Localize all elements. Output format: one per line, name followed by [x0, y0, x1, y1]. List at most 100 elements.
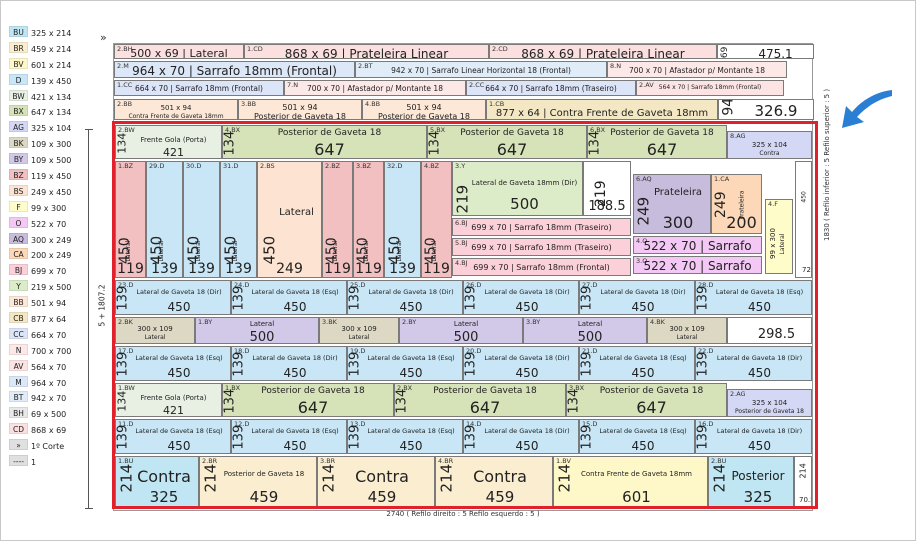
cut-piece[interactable]: 1.BZ 119 450 Lateral: [115, 161, 146, 278]
cut-piece[interactable]: 21.D Lateral de Gaveta 18 (Esq) 450 139: [579, 346, 695, 381]
cut-piece[interactable]: 2.CD 868 x 69 | Prateleira Linear: [489, 44, 717, 59]
cut-piece[interactable]: 1.BYLateral500109: [195, 317, 319, 344]
cut-piece[interactable]: 6.BJ 699 x 70 | Sarrafo 18mm (Traseiro): [452, 218, 631, 236]
legend-extra-row[interactable]: ---- 1: [9, 455, 89, 471]
cut-piece[interactable]: 2.BH 500 x 69 | Lateral: [114, 44, 244, 59]
cut-piece[interactable]: 16.D Lateral de Gaveta 18 (Dir) 450 139: [695, 419, 812, 454]
cut-piece[interactable]: 6.BX Posterior de Gaveta 18 647 134: [587, 125, 727, 159]
cut-piece[interactable]: 4.BB 501 x 94 Posterior de Gaveta 18: [362, 99, 486, 120]
cut-piece[interactable]: 3.BX Posterior de Gaveta 18 647 134: [566, 383, 727, 417]
legend-row[interactable]: AV 564 x 70: [9, 359, 89, 376]
cut-piece[interactable]: 28.D Lateral de Gaveta 18 (Esq) 450 139: [695, 280, 812, 315]
cut-piece[interactable]: 2.AV 564 x 70 | Sarrafo 18mm (Frontal): [636, 80, 784, 96]
cut-piece[interactable]: 32.D 139 450 Lateral: [384, 161, 421, 278]
cut-piece[interactable]: 25.D Lateral de Gaveta 18 (Dir) 450 139: [347, 280, 463, 315]
cut-piece[interactable]: 188.5 219: [583, 161, 631, 216]
legend-row[interactable]: D 139 x 450: [9, 73, 89, 90]
cut-piece[interactable]: 4.BR Contra 459 214: [435, 456, 553, 507]
cut-piece[interactable]: 2.BB 501 x 94 Contra Frente de Gaveta 18mm: [114, 99, 238, 120]
cut-piece[interactable]: 8.AG 325 x 104 Contra: [727, 131, 812, 159]
cut-piece[interactable]: 70.5 214: [794, 456, 812, 507]
cut-piece[interactable]: 23.D Lateral de Gaveta 18 (Dir) 450 139: [115, 280, 231, 315]
legend-row[interactable]: BY 109 x 500: [9, 153, 89, 169]
cut-piece[interactable]: 7.N 700 x 70 | Afastador p/ Montante 18: [284, 80, 466, 96]
legend-row[interactable]: F 99 x 300: [9, 200, 89, 217]
legend-row[interactable]: BU 325 x 214: [9, 26, 89, 42]
cut-piece[interactable]: 22.D Lateral de Gaveta 18 (Dir) 450 139: [695, 346, 812, 381]
cut-piece[interactable]: 8.N 700 x 70 | Afastador p/ Montante 18: [607, 61, 787, 78]
cut-piece[interactable]: 72.3 450: [795, 161, 812, 278]
cut-piece[interactable]: 27.D Lateral de Gaveta 18 (Dir) 450 139: [579, 280, 695, 315]
legend-row[interactable]: BB 501 x 94: [9, 296, 89, 312]
cut-piece[interactable]: 2.BZ 119 450 Lateral: [322, 161, 353, 278]
cut-piece[interactable]: 4.BX Posterior de Gaveta 18 647 134: [222, 125, 427, 159]
cut-piece[interactable]: 5.BJ 699 x 70 | Sarrafo 18mm (Traseiro): [452, 238, 631, 256]
cut-piece[interactable]: 6.AQ Prateleira 300 249: [633, 174, 711, 234]
cut-piece[interactable]: 4.O 522 x 70 | Sarrafo: [633, 236, 762, 254]
cut-piece[interactable]: 1.BW Frente Gola (Porta) 421 134: [115, 383, 222, 417]
legend-row[interactable]: BJ 699 x 70: [9, 264, 89, 280]
legend-row[interactable]: O 522 x 70: [9, 216, 89, 233]
cut-piece[interactable]: 4.BK 300 x 109 Lateral: [647, 317, 727, 344]
legend-row[interactable]: BT 942 x 70: [9, 391, 89, 407]
cut-piece[interactable]: 1.CD 868 x 69 | Prateleira Linear: [244, 44, 489, 59]
legend-row[interactable]: M 964 x 70: [9, 375, 89, 392]
cut-piece[interactable]: 20.D Lateral de Gaveta 18 (Dir) 450 139: [463, 346, 579, 381]
cut-piece[interactable]: 475.1 69: [717, 44, 814, 59]
cut-piece[interactable]: 30.D 139 450 Lateral: [183, 161, 220, 278]
legend-row[interactable]: AG 325 x 104: [9, 121, 89, 137]
cut-piece[interactable]: 2.BK 300 x 109 Lateral: [115, 317, 195, 344]
cut-piece[interactable]: 1.CA 200 249 Prateleira: [711, 174, 762, 234]
legend-row[interactable]: BX 647 x 134: [9, 105, 89, 121]
cut-piece[interactable]: 298.5109: [727, 317, 812, 344]
legend-row[interactable]: CC 664 x 70: [9, 327, 89, 344]
cut-piece[interactable]: 2.BW Frente Gola (Porta) 421 134: [115, 125, 222, 159]
cut-piece[interactable]: 26.D Lateral de Gaveta 18 (Dir) 450 139: [463, 280, 579, 315]
cut-piece[interactable]: 12.D Lateral de Gaveta 18 (Esq) 450 139: [231, 419, 347, 454]
cut-piece[interactable]: 2.BS Lateral 249 450: [257, 161, 322, 278]
legend-row[interactable]: BK 109 x 300: [9, 137, 89, 153]
cut-piece[interactable]: 3.BB 501 x 94 Posterior de Gaveta 18: [238, 99, 362, 120]
cut-piece[interactable]: 2.BX Posterior de Gaveta 18 647 134: [394, 383, 566, 417]
cut-piece[interactable]: 29.D 139 450 Lateral: [146, 161, 183, 278]
cut-piece[interactable]: 2.M 964 x 70 | Sarrafo 18mm (Frontal): [114, 61, 355, 78]
legend-row[interactable]: AQ 300 x 249: [9, 232, 89, 249]
cut-piece[interactable]: 1.CC 664 x 70 | Sarrafo 18mm (Frontal): [114, 80, 284, 96]
cut-piece[interactable]: 5.BX Posterior de Gaveta 18 647 134: [427, 125, 587, 159]
cut-piece[interactable]: 3.BZ 119 450 Lateral: [353, 161, 384, 278]
cut-piece[interactable]: 24.D Lateral de Gaveta 18 (Esq) 450 139: [231, 280, 347, 315]
cut-piece[interactable]: 4.BZ 119 450 Lateral: [421, 161, 452, 278]
legend-row[interactable]: BZ 119 x 450: [9, 169, 89, 185]
cut-piece[interactable]: 2.BR Posterior de Gaveta 18 459 214: [199, 456, 317, 507]
cut-piece[interactable]: 1.BX Posterior de Gaveta 18 647 134: [222, 383, 394, 417]
cut-piece[interactable]: 15.D Lateral de Gaveta 18 (Esq) 450 139: [579, 419, 695, 454]
cut-piece[interactable]: 4.F 99 x 300 Lateral: [765, 199, 793, 274]
cut-piece[interactable]: 1.CB 877 x 64 | Contra Frente de Gaveta 1…: [486, 99, 718, 120]
legend-row[interactable]: N 700 x 700: [9, 343, 89, 360]
collapse-chevron-icon[interactable]: »: [100, 31, 107, 44]
cut-piece[interactable]: 2.CC 664 x 70 | Sarrafo 18mm (Traseiro): [466, 80, 636, 96]
cut-piece[interactable]: 1.BV Contra Frente de Gaveta 18mm 601 214: [553, 456, 708, 507]
legend-row[interactable]: BW 421 x 134: [9, 89, 89, 106]
cut-piece[interactable]: 326.9 94: [718, 99, 814, 120]
legend-row[interactable]: BH 69 x 500: [9, 407, 89, 423]
cut-piece[interactable]: 2.BT 942 x 70 | Sarrafo Linear Horizontal…: [355, 61, 607, 78]
cut-piece[interactable]: 3.BYLateral500109: [523, 317, 647, 344]
cut-piece[interactable]: 18.D Lateral de Gaveta 18 (Dir) 450 139: [231, 346, 347, 381]
cut-piece[interactable]: 2.AG 325 x 104 Posterior de Gaveta 18: [727, 389, 812, 417]
cut-piece[interactable]: 2.BU Posterior 325 214: [708, 456, 794, 507]
cut-piece[interactable]: 31.D 139 450 Lateral: [220, 161, 257, 278]
legend-row[interactable]: BR 459 x 214: [9, 41, 89, 58]
cut-piece[interactable]: 19.D Lateral de Gaveta 18 (Esq) 450 139: [347, 346, 463, 381]
cut-piece[interactable]: 4.BJ 699 x 70 | Sarrafo 18mm (Frontal): [452, 258, 631, 276]
legend-row[interactable]: CD 868 x 69: [9, 423, 89, 439]
legend-row[interactable]: Y 219 x 500: [9, 280, 89, 296]
cut-piece[interactable]: 13.D Lateral de Gaveta 18 (Esq) 450 139: [347, 419, 463, 454]
legend-row[interactable]: CA 200 x 249: [9, 248, 89, 264]
legend-row[interactable]: BS 249 x 450: [9, 184, 89, 201]
cut-piece[interactable]: 3.Y Lateral de Gaveta 18mm (Dir) 500 219: [452, 161, 583, 216]
cut-piece[interactable]: 1.BU Contra 325 214: [115, 456, 199, 507]
cut-piece[interactable]: 11.D Lateral de Gaveta 18 (Esq) 450 139: [115, 419, 231, 454]
legend-row[interactable]: CB 877 x 64: [9, 312, 89, 328]
cut-piece[interactable]: 3.O 522 x 70 | Sarrafo: [633, 256, 762, 274]
